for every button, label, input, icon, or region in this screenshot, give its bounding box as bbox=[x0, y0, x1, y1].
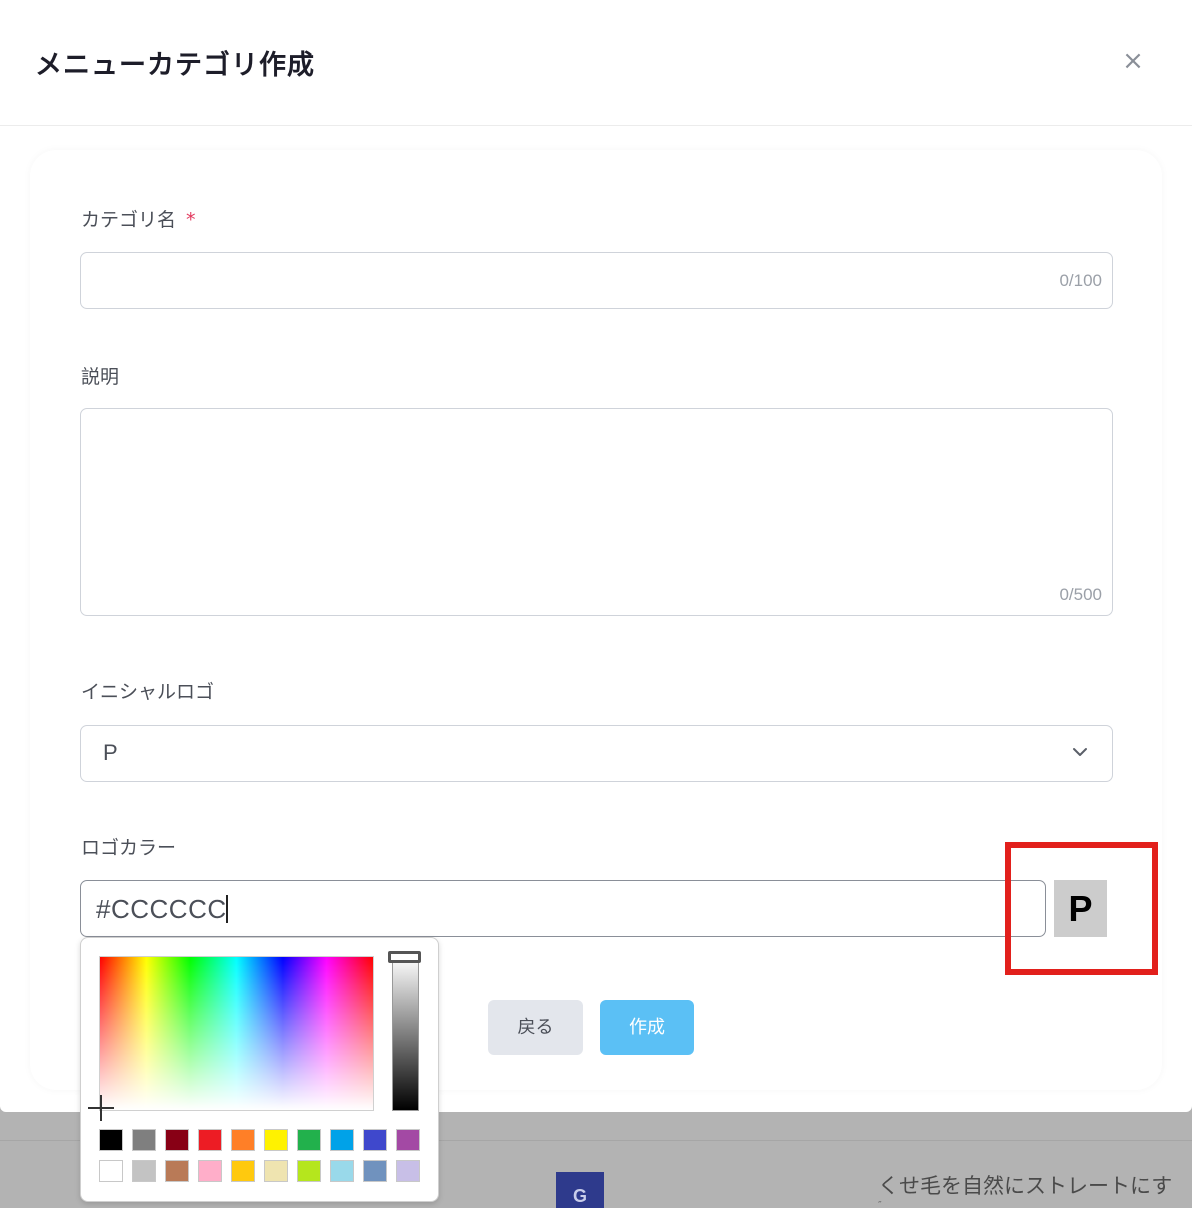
color-swatch[interactable] bbox=[165, 1160, 189, 1182]
background-item-subtext: ″ bbox=[878, 1200, 882, 1208]
chevron-down-icon bbox=[1073, 748, 1087, 756]
color-swatch[interactable] bbox=[231, 1129, 255, 1151]
category-name-label-text: カテゴリ名 bbox=[81, 209, 177, 231]
color-swatch[interactable] bbox=[363, 1160, 387, 1182]
color-swatch[interactable] bbox=[297, 1160, 321, 1182]
swatch-row-2 bbox=[99, 1160, 421, 1182]
category-name-label: カテゴリ名 * bbox=[81, 205, 196, 232]
modal-header: メニューカテゴリ作成 × bbox=[0, 0, 1192, 126]
color-swatch[interactable] bbox=[99, 1129, 123, 1151]
logo-color-value-text: #CCCCCC bbox=[96, 894, 227, 924]
color-swatch[interactable] bbox=[330, 1160, 354, 1182]
color-swatch[interactable] bbox=[297, 1129, 321, 1151]
logo-color-value: #CCCCCC bbox=[96, 894, 228, 925]
background-avatar: G bbox=[556, 1172, 604, 1208]
text-caret bbox=[225, 895, 228, 923]
color-picker-popover bbox=[80, 937, 439, 1202]
logo-color-input[interactable]: #CCCCCC bbox=[80, 880, 1046, 937]
color-swatch[interactable] bbox=[264, 1160, 288, 1182]
color-swatch[interactable] bbox=[198, 1129, 222, 1151]
color-swatch[interactable] bbox=[165, 1129, 189, 1151]
background-item-text: くせ毛を自然にストレートにす bbox=[878, 1174, 1173, 1198]
modal-title: メニューカテゴリ作成 bbox=[35, 50, 315, 81]
swatch-row-1 bbox=[99, 1129, 421, 1151]
close-icon[interactable]: × bbox=[1120, 46, 1146, 76]
description-counter: 0/500 bbox=[1059, 585, 1102, 604]
color-swatch[interactable] bbox=[396, 1160, 420, 1182]
color-swatch[interactable] bbox=[264, 1129, 288, 1151]
color-swatch[interactable] bbox=[132, 1160, 156, 1182]
description-label: 説明 bbox=[81, 366, 120, 388]
color-swatch[interactable] bbox=[132, 1129, 156, 1151]
color-swatch[interactable] bbox=[231, 1160, 255, 1182]
color-swatches bbox=[99, 1129, 421, 1191]
color-swatch[interactable] bbox=[363, 1129, 387, 1151]
description-textarea[interactable]: 0/500 bbox=[80, 408, 1113, 616]
initial-logo-select[interactable]: P bbox=[80, 725, 1113, 782]
color-swatch[interactable] bbox=[99, 1160, 123, 1182]
initial-logo-selected-value: P bbox=[103, 740, 118, 765]
category-name-counter: 0/100 bbox=[1059, 271, 1102, 290]
back-button[interactable]: 戻る bbox=[488, 1000, 583, 1055]
color-swatch[interactable] bbox=[330, 1129, 354, 1151]
logo-color-label: ロゴカラー bbox=[81, 837, 177, 859]
highlight-box bbox=[1005, 842, 1158, 975]
color-saturation-area[interactable] bbox=[99, 956, 374, 1111]
color-swatch[interactable] bbox=[396, 1129, 420, 1151]
lightness-slider-handle[interactable] bbox=[388, 951, 421, 963]
category-name-input[interactable]: 0/100 bbox=[80, 252, 1113, 309]
color-crosshair-handle[interactable] bbox=[88, 1095, 114, 1121]
lightness-slider[interactable] bbox=[392, 956, 419, 1111]
color-swatch[interactable] bbox=[198, 1160, 222, 1182]
required-mark: * bbox=[186, 209, 196, 231]
initial-logo-label: イニシャルロゴ bbox=[81, 681, 215, 703]
create-button[interactable]: 作成 bbox=[600, 1000, 694, 1055]
